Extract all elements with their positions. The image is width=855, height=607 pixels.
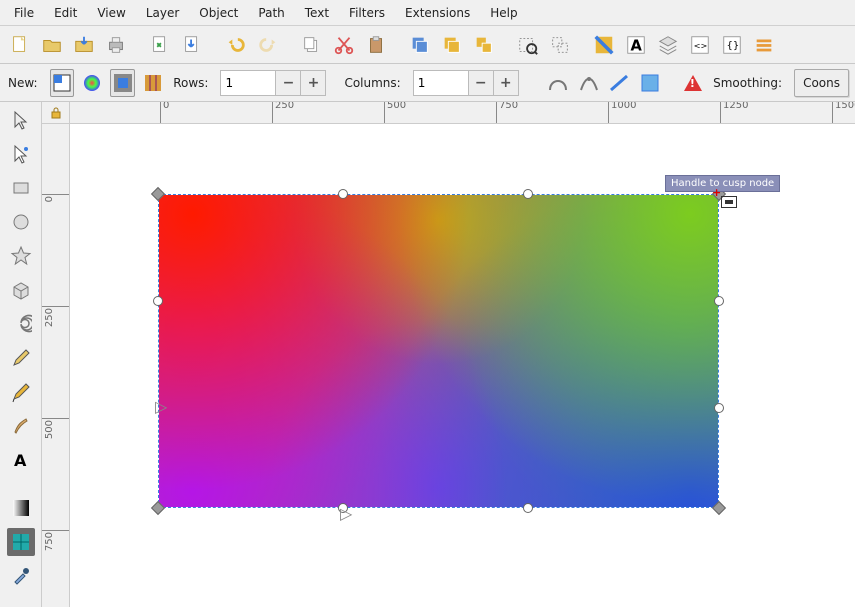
content-area: A 0 250 500 750 1000 1250 1500 0 250 500…: [0, 102, 855, 607]
import-doc-button[interactable]: [146, 31, 174, 59]
paste-button[interactable]: [362, 31, 390, 59]
print-button[interactable]: [102, 31, 130, 59]
svg-text:<>: <>: [694, 40, 708, 50]
svg-text:A: A: [14, 451, 27, 470]
menu-file[interactable]: File: [4, 2, 44, 24]
mesh-node-mid-right1[interactable]: [714, 296, 724, 306]
menu-bar: File Edit View Layer Object Path Text Fi…: [0, 0, 855, 26]
svg-text:{}: {}: [727, 40, 740, 51]
horizontal-ruler[interactable]: 0 250 500 750 1000 1250 1500: [70, 102, 855, 124]
svg-text:A: A: [631, 37, 643, 54]
zoom-page-button[interactable]: [470, 31, 498, 59]
bezier-tool[interactable]: [7, 378, 35, 406]
rect-tool[interactable]: [7, 174, 35, 202]
columns-minus-button[interactable]: −: [468, 70, 494, 96]
canvas[interactable]: ▷ ▷ Handle to cusp node +: [70, 124, 855, 607]
tool-options-toolbar: New: Rows: − + Columns: − + Smoothing: C…: [0, 64, 855, 102]
rows-plus-button[interactable]: +: [300, 70, 326, 96]
menu-view[interactable]: View: [87, 2, 135, 24]
smoothing-label: Smoothing:: [711, 76, 788, 90]
lock-icon: [49, 106, 63, 120]
new-label: New:: [6, 76, 44, 90]
star-tool[interactable]: [7, 242, 35, 270]
columns-input[interactable]: [413, 70, 469, 96]
zoom-drawing-button[interactable]: [438, 31, 466, 59]
menu-text[interactable]: Text: [295, 2, 339, 24]
mesh-node-top-mid1[interactable]: [338, 189, 348, 199]
warning-icon: [681, 69, 705, 97]
menu-path[interactable]: Path: [248, 2, 294, 24]
rows-spinner[interactable]: − +: [220, 70, 326, 96]
lock-guides-button[interactable]: [42, 102, 70, 124]
mesh-node-top-mid2[interactable]: [523, 189, 533, 199]
open-button[interactable]: [38, 31, 66, 59]
spiral-tool[interactable]: [7, 310, 35, 338]
toggle-side1-button[interactable]: [546, 69, 570, 97]
canvas-area: 0 250 500 750 1000 1250 1500 0 250 500 7…: [42, 102, 855, 607]
mesh-type-square-button[interactable]: [50, 69, 74, 97]
fill-stroke-button[interactable]: [590, 31, 618, 59]
columns-spinner[interactable]: − +: [413, 70, 519, 96]
selector-tool[interactable]: [7, 106, 35, 134]
rows-minus-button[interactable]: −: [275, 70, 301, 96]
3dbox-tool[interactable]: [7, 276, 35, 304]
menu-extensions[interactable]: Extensions: [395, 2, 480, 24]
toolbox: A: [0, 102, 42, 607]
menu-edit[interactable]: Edit: [44, 2, 87, 24]
cursor-plus-icon: +: [712, 186, 721, 199]
handle-arrow-icon: ▷: [155, 397, 167, 416]
text-props-button[interactable]: A: [622, 31, 650, 59]
css-button[interactable]: {}: [718, 31, 746, 59]
import-button[interactable]: [70, 31, 98, 59]
columns-plus-button[interactable]: +: [493, 70, 519, 96]
mesh-node-bottom-mid2[interactable]: [523, 503, 533, 513]
circle-tool[interactable]: [7, 208, 35, 236]
mesh-node-mid-right2[interactable]: [714, 403, 724, 413]
dropper-tool[interactable]: [7, 562, 35, 590]
mesh-tool[interactable]: [7, 528, 35, 556]
layers-button[interactable]: [654, 31, 682, 59]
main-toolbar: A <> {}: [0, 26, 855, 64]
handle-arrow-icon: ▷: [340, 504, 352, 523]
export-doc-button[interactable]: [178, 31, 206, 59]
cursor-mesh-icon: [721, 196, 737, 208]
undo-button[interactable]: [222, 31, 250, 59]
pencil-tool[interactable]: [7, 344, 35, 372]
rows-label: Rows:: [171, 76, 214, 90]
gradient-tool[interactable]: [7, 494, 35, 522]
cut-button[interactable]: [330, 31, 358, 59]
new-doc-button[interactable]: [6, 31, 34, 59]
mesh-edit-button[interactable]: [110, 69, 134, 97]
mesh-node-mid-left[interactable]: [153, 296, 163, 306]
clone-button[interactable]: [546, 31, 574, 59]
menu-help[interactable]: Help: [480, 2, 527, 24]
xml-button[interactable]: <>: [686, 31, 714, 59]
duplicate-button[interactable]: [514, 31, 542, 59]
redo-button[interactable]: [254, 31, 282, 59]
prefs-button[interactable]: [750, 31, 778, 59]
toggle-side4-button[interactable]: [637, 69, 661, 97]
mesh-type-conical-button[interactable]: [80, 69, 104, 97]
toggle-side2-button[interactable]: [577, 69, 601, 97]
smoothing-value: Coons: [803, 76, 840, 90]
menu-object[interactable]: Object: [189, 2, 248, 24]
rows-input[interactable]: [220, 70, 276, 96]
mesh-gradient-fill: [158, 194, 719, 508]
menu-layer[interactable]: Layer: [136, 2, 189, 24]
tooltip: Handle to cusp node: [665, 175, 780, 192]
toggle-side3-button[interactable]: [607, 69, 631, 97]
text-tool[interactable]: A: [7, 446, 35, 474]
zoom-selection-button[interactable]: [406, 31, 434, 59]
calligraphy-tool[interactable]: [7, 412, 35, 440]
mesh-color-button[interactable]: [141, 69, 165, 97]
mesh-gradient-object[interactable]: [158, 194, 719, 508]
node-tool[interactable]: [7, 140, 35, 168]
menu-filters[interactable]: Filters: [339, 2, 395, 24]
smoothing-dropdown[interactable]: Coons: [794, 69, 849, 97]
copy-button[interactable]: [298, 31, 326, 59]
vertical-ruler[interactable]: 0 250 500 750: [42, 124, 70, 607]
columns-label: Columns:: [342, 76, 406, 90]
